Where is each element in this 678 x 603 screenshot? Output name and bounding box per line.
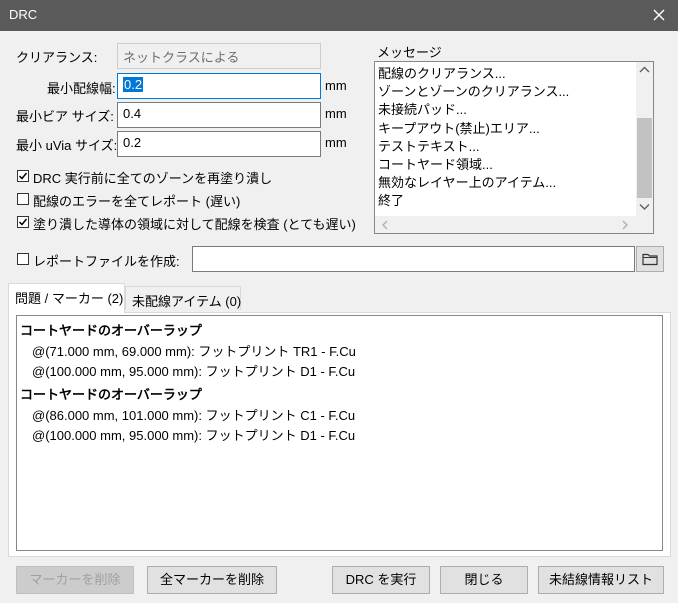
message-item: ゾーンとゾーンのクリアランス...: [378, 84, 570, 100]
messages-horizontal-scrollbar[interactable]: [375, 216, 653, 233]
title-bar: DRC: [0, 0, 678, 31]
test-zones-label[interactable]: 塗り潰した導体の領域に対して配線を検査 (とても遅い): [33, 214, 356, 233]
message-item: テストテキスト...: [378, 138, 480, 154]
messages-vertical-scrollbar[interactable]: [636, 62, 653, 216]
refill-zones-label[interactable]: DRC 実行前に全てのゾーンを再塗り潰し: [33, 168, 272, 187]
tab-unconnected[interactable]: 未配線アイテム (0): [125, 286, 241, 310]
clearance-field: ネットクラスによる: [117, 43, 321, 69]
unconnected-list-button[interactable]: 未結線情報リスト: [538, 566, 664, 594]
test-zones-checkbox[interactable]: [17, 216, 29, 228]
folder-icon: [642, 253, 658, 266]
close-button[interactable]: 閉じる: [440, 566, 528, 594]
min-via-label: 最小ビア サイズ:: [16, 109, 114, 124]
report-file-label[interactable]: レポートファイルを作成:: [33, 251, 180, 270]
close-icon[interactable]: [648, 4, 670, 26]
marker-item[interactable]: @(100.000 mm, 95.000 mm): フットプリント D1 - F…: [32, 361, 355, 380]
clearance-label: クリアランス:: [16, 50, 98, 65]
checkmark-icon: [18, 218, 28, 226]
report-file-checkbox[interactable]: [17, 253, 29, 265]
delete-marker-button[interactable]: マーカーを削除: [16, 566, 134, 594]
message-item: キープアウト(禁止)エリア...: [378, 120, 540, 136]
marker-item[interactable]: @(100.000 mm, 95.000 mm): フットプリント D1 - F…: [32, 425, 355, 444]
markers-list[interactable]: コートヤードのオーバーラップ @(71.000 mm, 69.000 mm): …: [16, 315, 663, 551]
message-item: コートヤード領域...: [378, 156, 493, 172]
marker-item[interactable]: @(71.000 mm, 69.000 mm): フットプリント TR1 - F…: [32, 341, 356, 360]
tab-markers[interactable]: 問題 / マーカー (2): [8, 283, 125, 313]
report-all-errors-label[interactable]: 配線のエラーを全てレポート (遅い): [33, 191, 240, 210]
window-title: DRC: [9, 7, 38, 22]
min-uvia-unit: mm: [325, 135, 347, 150]
message-item: 無効なレイヤー上のアイテム...: [378, 175, 557, 191]
messages-scroll-thumb[interactable]: [637, 118, 652, 198]
chevron-left-icon: [382, 220, 388, 230]
run-drc-button[interactable]: DRC を実行: [332, 566, 430, 594]
report-all-errors-checkbox[interactable]: [17, 193, 29, 205]
chevron-down-icon: [639, 204, 650, 210]
min-via-unit: mm: [325, 106, 347, 121]
min-track-value: 0.2: [123, 77, 144, 92]
chevron-up-icon: [639, 66, 650, 73]
marker-group-title[interactable]: コートヤードのオーバーラップ: [20, 320, 202, 339]
message-item: 未接続パッド...: [378, 102, 467, 118]
min-track-label: 最小配線幅:: [47, 81, 116, 96]
min-uvia-input[interactable]: 0.2: [117, 131, 321, 157]
report-file-input[interactable]: [192, 246, 635, 272]
messages-list[interactable]: 配線のクリアランス... ゾーンとゾーンのクリアランス... 未接続パッド...…: [374, 61, 654, 234]
marker-item[interactable]: @(86.000 mm, 101.000 mm): フットプリント C1 - F…: [32, 405, 355, 424]
refill-zones-checkbox[interactable]: [17, 170, 29, 182]
min-track-unit: mm: [325, 78, 347, 93]
message-item: 配線のクリアランス...: [378, 66, 506, 81]
markers-panel: コートヤードのオーバーラップ @(71.000 mm, 69.000 mm): …: [8, 312, 671, 557]
message-item: 終了: [378, 193, 405, 209]
browse-folder-button[interactable]: [636, 246, 664, 272]
marker-group-title[interactable]: コートヤードのオーバーラップ: [20, 384, 202, 403]
messages-title: メッセージ: [377, 45, 442, 60]
checkmark-icon: [18, 172, 28, 180]
min-track-input[interactable]: 0.2: [117, 73, 321, 99]
min-via-input[interactable]: 0.4: [117, 102, 321, 128]
chevron-right-icon: [622, 220, 628, 230]
min-uvia-label: 最小 uVia サイズ:: [16, 138, 118, 153]
delete-all-markers-button[interactable]: 全マーカーを削除: [147, 566, 277, 594]
